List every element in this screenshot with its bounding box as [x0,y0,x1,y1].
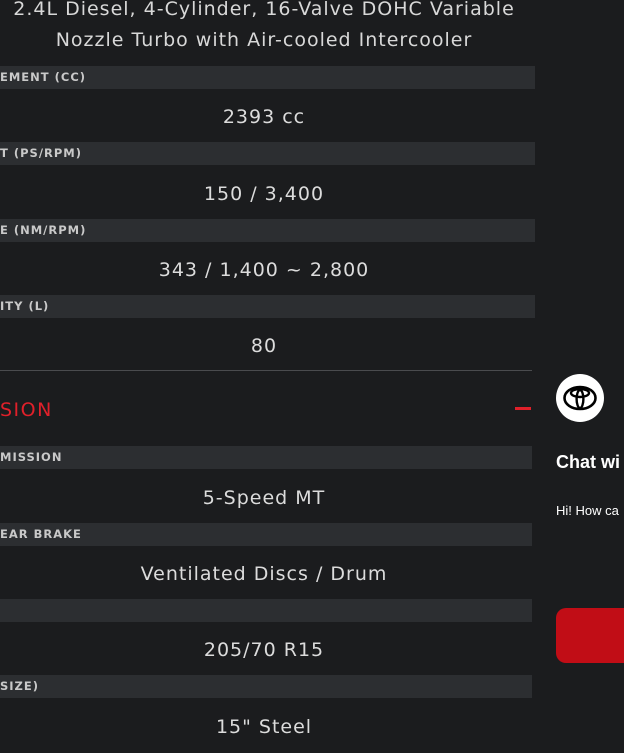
engine-description-line1: 2.4L Diesel, 4-Cylinder, 16-Valve DOHC V… [13,0,515,20]
spec-value-max-torque: 343 / 1,400 ~ 2,800 [158,259,370,281]
spec-label-wheel-size: SIZE) [0,675,532,698]
collapse-minus-icon[interactable] [514,398,532,420]
spec-label-transmission: MISSION [0,446,532,469]
spec-label-displacement: EMENT (CC) [0,66,535,89]
spec-label-tires [0,599,532,622]
spec-value-tires: 205/70 R15 [203,639,325,661]
spec-value-max-output: 150 / 3,400 [203,183,325,205]
spec-label-brakes: EAR BRAKE [0,523,532,546]
section-divider [0,370,532,371]
spec-label-max-output: T (PS/RPM) [0,142,535,165]
engine-description-line2: Nozzle Turbo with Air-cooled Intercooler [55,29,473,51]
spec-value-brakes: Ventilated Discs / Drum [140,563,388,585]
spec-label-fuel-capacity: ITY (L) [0,295,535,318]
chat-greeting: Hi! How ca [556,503,619,518]
toyota-logo-icon [563,385,597,411]
minus-bar [515,407,531,410]
chat-title: Chat wi [556,452,621,472]
spec-label-max-torque: E (NM/RPM) [0,219,535,242]
chat-avatar[interactable] [556,374,604,422]
spec-value-wheel-size: 15" Steel [215,716,313,738]
engine-description: 2.4L Diesel, 4-Cylinder, 16-Valve DOHC V… [0,0,528,56]
spec-value-displacement: 2393 cc [222,106,306,128]
page: 2.4L Diesel, 4-Cylinder, 16-Valve DOHC V… [0,0,624,753]
spec-value-transmission: 5-Speed MT [202,487,326,509]
transmission-section-title[interactable]: SION [0,396,53,424]
chat-start-button[interactable] [556,608,624,663]
spec-value-fuel-capacity: 80 [250,335,278,357]
